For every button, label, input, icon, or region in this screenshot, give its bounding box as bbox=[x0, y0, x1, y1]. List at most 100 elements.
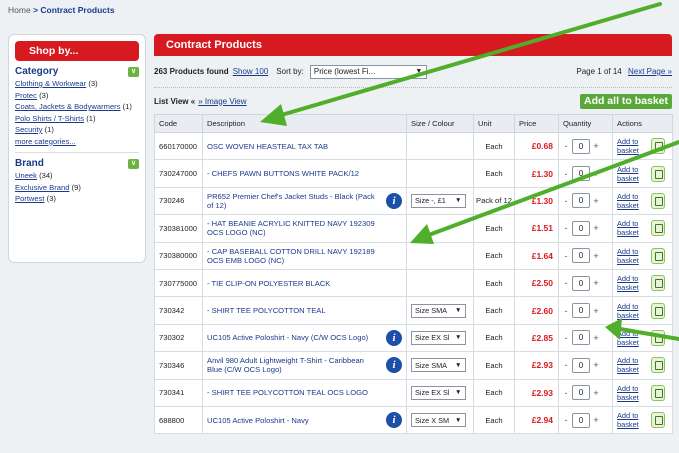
basket-icon[interactable] bbox=[651, 357, 665, 374]
add-all-to-basket-button[interactable]: Add all to basket bbox=[579, 93, 672, 109]
next-page-link[interactable]: Next Page » bbox=[628, 67, 672, 76]
quantity-input[interactable]: 0 bbox=[572, 220, 590, 236]
add-to-basket-link[interactable]: Add to basket bbox=[617, 384, 647, 402]
increment-button[interactable]: + bbox=[593, 360, 599, 370]
product-description-link[interactable]: UC105 Active Poloshirt - Navy (C/W OCS L… bbox=[207, 333, 368, 342]
decrement-button[interactable]: - bbox=[563, 278, 569, 288]
info-icon[interactable]: i bbox=[386, 329, 402, 346]
quantity-input[interactable]: 0 bbox=[572, 303, 590, 319]
basket-icon[interactable] bbox=[651, 220, 665, 237]
add-to-basket-link[interactable]: Add to basket bbox=[617, 137, 647, 155]
decrement-button[interactable]: - bbox=[563, 169, 569, 179]
breadcrumb-home-link[interactable]: Home bbox=[8, 5, 31, 15]
quantity-input[interactable]: 0 bbox=[572, 275, 590, 291]
category-link[interactable]: Polo Shirts / T-Shirts bbox=[15, 114, 84, 123]
size-select[interactable]: Size EX Sl ▼ bbox=[411, 385, 466, 400]
increment-button[interactable]: + bbox=[593, 306, 599, 316]
brand-link[interactable]: Uneek bbox=[15, 171, 37, 180]
add-to-basket-link[interactable]: Add to basket bbox=[617, 274, 647, 292]
increment-button[interactable]: + bbox=[593, 388, 599, 398]
increment-button[interactable]: + bbox=[593, 223, 599, 233]
size-select[interactable]: Size X SM ▼ bbox=[411, 413, 466, 428]
add-to-basket-link[interactable]: Add to basket bbox=[617, 356, 647, 374]
chevron-down-icon[interactable]: ∨ bbox=[128, 158, 139, 169]
quantity-input[interactable]: 0 bbox=[572, 138, 590, 154]
size-select[interactable]: Size EX Sl ▼ bbox=[411, 330, 466, 345]
actions: Add to basket bbox=[617, 165, 672, 183]
unit: Each bbox=[473, 323, 515, 353]
quantity-input[interactable]: 0 bbox=[572, 385, 590, 401]
category-link[interactable]: Security bbox=[15, 125, 42, 134]
brand-facet-header[interactable]: Brand ∨ bbox=[15, 157, 139, 170]
info-icon[interactable]: i bbox=[386, 357, 402, 374]
decrement-button[interactable]: - bbox=[563, 251, 569, 261]
product-description-link[interactable]: - SHIRT TEE POLYCOTTON TEAL bbox=[207, 306, 326, 315]
decrement-button[interactable]: - bbox=[563, 196, 569, 206]
add-to-basket-link[interactable]: Add to basket bbox=[617, 329, 647, 347]
size-select[interactable]: Size SMA ▼ bbox=[411, 358, 466, 373]
category-facet-header[interactable]: Category ∨ bbox=[15, 65, 139, 78]
category-link[interactable]: Protec bbox=[15, 91, 37, 100]
more-categories-link[interactable]: more categories... bbox=[15, 137, 76, 146]
decrement-button[interactable]: - bbox=[563, 388, 569, 398]
product-description-link[interactable]: OSC WOVEN HEASTEAL TAX TAB bbox=[207, 142, 328, 151]
basket-icon[interactable] bbox=[651, 192, 665, 209]
increment-button[interactable]: + bbox=[593, 169, 599, 179]
quantity-input[interactable]: 0 bbox=[572, 166, 590, 182]
quantity-input[interactable]: 0 bbox=[572, 330, 590, 346]
image-view-link[interactable]: » Image View bbox=[198, 97, 246, 106]
increment-button[interactable]: + bbox=[593, 333, 599, 343]
basket-icon[interactable] bbox=[651, 165, 665, 182]
product-description-link[interactable]: Anvil 980 Adult Lightweight T-Shirt - Ca… bbox=[207, 356, 364, 374]
quantity-input[interactable]: 0 bbox=[572, 412, 590, 428]
decrement-button[interactable]: - bbox=[563, 306, 569, 316]
decrement-button[interactable]: - bbox=[563, 415, 569, 425]
decrement-button[interactable]: - bbox=[563, 223, 569, 233]
basket-icon[interactable] bbox=[651, 275, 665, 292]
basket-icon[interactable] bbox=[651, 302, 665, 319]
product-code: 730346 bbox=[154, 351, 203, 380]
add-to-basket-link[interactable]: Add to basket bbox=[617, 219, 647, 237]
info-icon[interactable]: i bbox=[386, 192, 402, 209]
category-link[interactable]: Coats, Jackets & Bodywarmers bbox=[15, 102, 121, 111]
add-to-basket-link[interactable]: Add to basket bbox=[617, 192, 647, 210]
product-description-link[interactable]: - CAP BASEBALL COTTON DRILL NAVY 192189 … bbox=[207, 247, 375, 265]
info-icon[interactable]: i bbox=[386, 412, 402, 429]
product-description-link[interactable]: - HAT BEANIE ACRYLIC KNITTED NAVY 192309… bbox=[207, 219, 375, 237]
product-description-link[interactable]: - SHIRT TEE POLYCOTTON TEAL OCS LOGO bbox=[207, 388, 368, 397]
decrement-button[interactable]: - bbox=[563, 333, 569, 343]
chevron-down-icon[interactable]: ∨ bbox=[128, 66, 139, 77]
quantity-input[interactable]: 0 bbox=[572, 357, 590, 373]
add-to-basket-link[interactable]: Add to basket bbox=[617, 411, 647, 429]
decrement-button[interactable]: - bbox=[563, 360, 569, 370]
sort-select[interactable]: Price (lowest Fi... ▼ bbox=[309, 64, 427, 79]
quantity-input[interactable]: 0 bbox=[572, 248, 590, 264]
brand-link[interactable]: Portwest bbox=[15, 194, 45, 203]
increment-button[interactable]: + bbox=[593, 196, 599, 206]
actions: Add to basket bbox=[617, 274, 672, 292]
show-100-link[interactable]: Show 100 bbox=[233, 67, 269, 76]
basket-icon[interactable] bbox=[651, 384, 665, 401]
quantity-stepper: -0 + bbox=[563, 412, 612, 428]
basket-icon[interactable] bbox=[651, 412, 665, 429]
add-to-basket-link[interactable]: Add to basket bbox=[617, 165, 647, 183]
product-description-link[interactable]: PR652 Premier Chef's Jacket Studs - Blac… bbox=[207, 192, 375, 210]
add-to-basket-link[interactable]: Add to basket bbox=[617, 247, 647, 265]
increment-button[interactable]: + bbox=[593, 141, 599, 151]
size-select[interactable]: Size -, £1 ▼ bbox=[411, 193, 466, 208]
product-description-link[interactable]: - CHEFS PAWN BUTTONS WHITE PACK/12 bbox=[207, 169, 359, 178]
category-link[interactable]: Clothing & Workwear bbox=[15, 79, 86, 88]
product-description-link[interactable]: - TIE CLIP-ON POLYESTER BLACK bbox=[207, 279, 330, 288]
basket-icon[interactable] bbox=[651, 247, 665, 264]
product-description-link[interactable]: UC105 Active Poloshirt - Navy bbox=[207, 416, 309, 425]
basket-icon[interactable] bbox=[651, 138, 665, 155]
brand-link[interactable]: Exclusive Brand bbox=[15, 183, 69, 192]
decrement-button[interactable]: - bbox=[563, 141, 569, 151]
add-to-basket-link[interactable]: Add to basket bbox=[617, 302, 647, 320]
increment-button[interactable]: + bbox=[593, 251, 599, 261]
quantity-input[interactable]: 0 bbox=[572, 193, 590, 209]
size-select[interactable]: Size SMA ▼ bbox=[411, 303, 466, 318]
basket-icon[interactable] bbox=[651, 329, 665, 346]
increment-button[interactable]: + bbox=[593, 278, 599, 288]
increment-button[interactable]: + bbox=[593, 415, 599, 425]
